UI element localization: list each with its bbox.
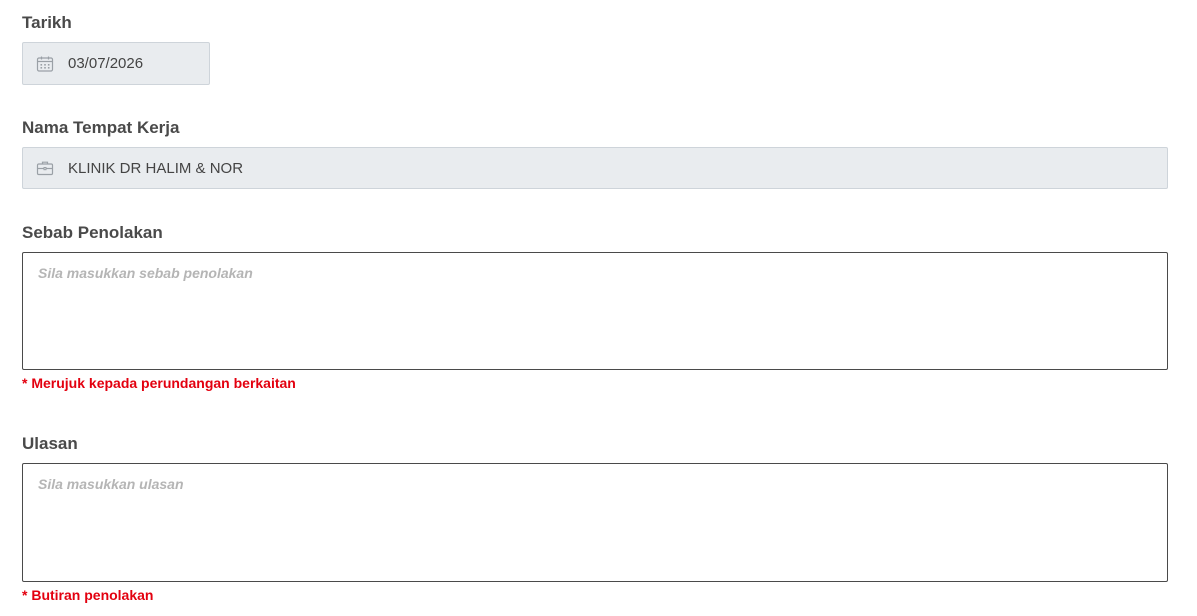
- review-textarea[interactable]: [23, 464, 1167, 581]
- workplace-value: KLINIK DR HALIM & NOR: [68, 159, 244, 177]
- rejection-form: Tarikh 03/07/2026 Nama Tempat Kerja KLIN…: [0, 0, 1197, 616]
- rejection-reason-label: Sebab Penolakan: [22, 223, 163, 242]
- workplace-label: Nama Tempat Kerja: [22, 118, 180, 137]
- rejection-reason-textarea[interactable]: [23, 253, 1167, 369]
- rejection-reason-hint: * Merujuk kepada perundangan berkaitan: [22, 375, 296, 391]
- rejection-reason-box: [22, 252, 1168, 370]
- date-field: 03/07/2026: [22, 42, 210, 85]
- date-label: Tarikh: [22, 13, 72, 32]
- calendar-icon: [35, 54, 55, 74]
- review-hint: * Butiran penolakan: [22, 587, 154, 603]
- workplace-field: KLINIK DR HALIM & NOR: [22, 147, 1168, 189]
- date-value: 03/07/2026: [68, 55, 144, 72]
- review-label: Ulasan: [22, 434, 78, 453]
- briefcase-icon: [35, 158, 55, 178]
- review-box: [22, 463, 1168, 582]
